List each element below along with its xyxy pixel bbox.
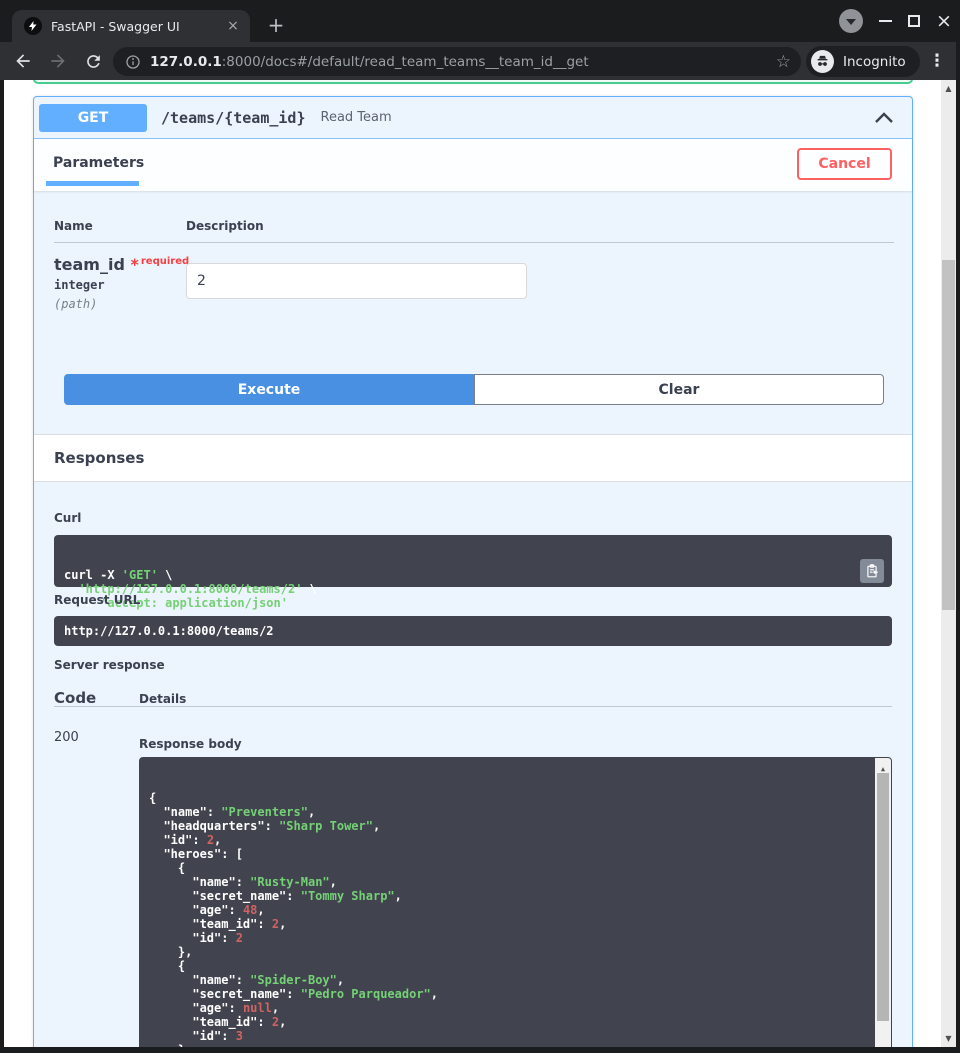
browser-toolbar: 127.0.0.1:8000/docs#/default/read_team_t…	[0, 42, 960, 80]
response-body-label: Response body	[139, 737, 242, 751]
reload-button[interactable]	[81, 49, 105, 73]
incognito-label: Incognito	[843, 54, 906, 70]
window-close-button[interactable]: ×	[936, 12, 952, 31]
responses-title: Responses	[54, 449, 144, 467]
chevron-down-icon	[846, 19, 856, 25]
response-body-scrollbar[interactable]: ▲	[875, 758, 891, 1047]
cancel-button[interactable]: Cancel	[797, 148, 892, 180]
copy-to-clipboard-button[interactable]	[860, 559, 884, 583]
tab-close-icon[interactable]: ×	[224, 17, 242, 35]
window-frame-right	[956, 0, 960, 1053]
param-location: (path)	[54, 297, 97, 311]
http-method-badge: GET	[39, 104, 147, 132]
address-bar[interactable]: 127.0.0.1:8000/docs#/default/read_team_t…	[113, 47, 801, 76]
parameters-section-header: Parameters Cancel	[34, 139, 912, 191]
browser-menu-icon[interactable]: ⋮	[928, 49, 946, 73]
browser-window: FastAPI - Swagger UI × + × 127.0.0.1:800…	[0, 0, 960, 1053]
required-label: required	[141, 256, 189, 267]
response-scrollbar-thumb[interactable]	[877, 773, 889, 1021]
get-opblock: GET /teams/{team_id} Read Team Parameter…	[33, 96, 913, 1047]
server-response-label: Server response	[54, 658, 165, 672]
browser-tab[interactable]: FastAPI - Swagger UI ×	[12, 10, 250, 42]
status-code: 200	[54, 730, 79, 745]
maximize-button[interactable]	[908, 15, 920, 27]
execute-button[interactable]: Execute	[64, 374, 474, 405]
url-path: :8000/docs#/default/read_team_teams__tea…	[222, 54, 589, 70]
window-frame-bottom	[0, 1047, 960, 1053]
request-url-text: http://127.0.0.1:8000/teams/2	[64, 624, 274, 638]
new-tab-button[interactable]: +	[264, 14, 288, 38]
column-header-details: Details	[139, 692, 186, 706]
window-controls: ×	[839, 0, 952, 42]
table-divider	[54, 242, 894, 243]
param-type: integer	[54, 278, 105, 292]
endpoint-summary: Read Team	[321, 110, 392, 125]
request-url-block: http://127.0.0.1:8000/teams/2	[54, 616, 892, 646]
response-body-json: { "name": "Preventers", "headquarters": …	[149, 791, 866, 1047]
endpoint-path: /teams/{team_id}	[161, 109, 306, 127]
opblock-header[interactable]: GET /teams/{team_id} Read Team	[34, 97, 912, 139]
clipboard-icon	[865, 564, 879, 578]
team-id-input[interactable]	[186, 263, 527, 299]
page-scroll-down-icon[interactable]: ▼	[941, 1034, 956, 1043]
collapse-chevron-icon[interactable]	[874, 111, 894, 125]
curl-label: Curl	[54, 511, 81, 525]
tab-search-button[interactable]	[839, 9, 863, 33]
swagger-page: GET /teams/{team_id} Read Team Parameter…	[4, 80, 941, 1047]
incognito-badge: Incognito	[806, 46, 920, 77]
tab-strip: FastAPI - Swagger UI × + ×	[0, 0, 960, 42]
request-url-label: Request URL	[54, 593, 140, 607]
param-name: team_id *required	[54, 255, 189, 274]
bookmark-star-icon[interactable]: ☆	[776, 52, 791, 72]
incognito-icon	[811, 50, 834, 73]
tab-title: FastAPI - Swagger UI	[51, 19, 224, 34]
curl-command-block[interactable]: curl -X 'GET' \ 'http://127.0.0.1:8000/t…	[54, 535, 892, 587]
active-tab-underline	[46, 181, 139, 186]
curl-command-text: curl -X 'GET' \ 'http://127.0.0.1:8000/t…	[64, 568, 882, 610]
response-body-block[interactable]: { "name": "Preventers", "headquarters": …	[139, 757, 892, 1047]
fastapi-favicon-icon	[24, 17, 42, 35]
column-header-name: Name	[54, 219, 93, 233]
minimize-button[interactable]	[879, 20, 892, 22]
codes-divider	[54, 706, 892, 707]
clear-button[interactable]: Clear	[474, 374, 884, 405]
page-scrollbar-thumb[interactable]	[942, 260, 955, 610]
url-text: 127.0.0.1:8000/docs#/default/read_team_t…	[150, 54, 770, 70]
site-info-icon[interactable]	[125, 54, 141, 70]
tab-parameters[interactable]: Parameters	[53, 155, 144, 171]
url-host: 127.0.0.1	[150, 54, 222, 70]
back-button[interactable]	[11, 49, 35, 73]
previous-opblock-edge	[33, 80, 913, 84]
page-scroll-up-icon[interactable]: ▲	[941, 84, 956, 93]
column-header-code: Code	[54, 689, 96, 707]
required-star: *	[130, 255, 138, 274]
param-name-text: team_id	[54, 255, 125, 274]
forward-button[interactable]	[46, 49, 70, 73]
column-header-description: Description	[186, 219, 264, 233]
responses-section-header: Responses	[34, 434, 912, 482]
page-scrollbar[interactable]: ▲ ▼	[941, 80, 956, 1047]
